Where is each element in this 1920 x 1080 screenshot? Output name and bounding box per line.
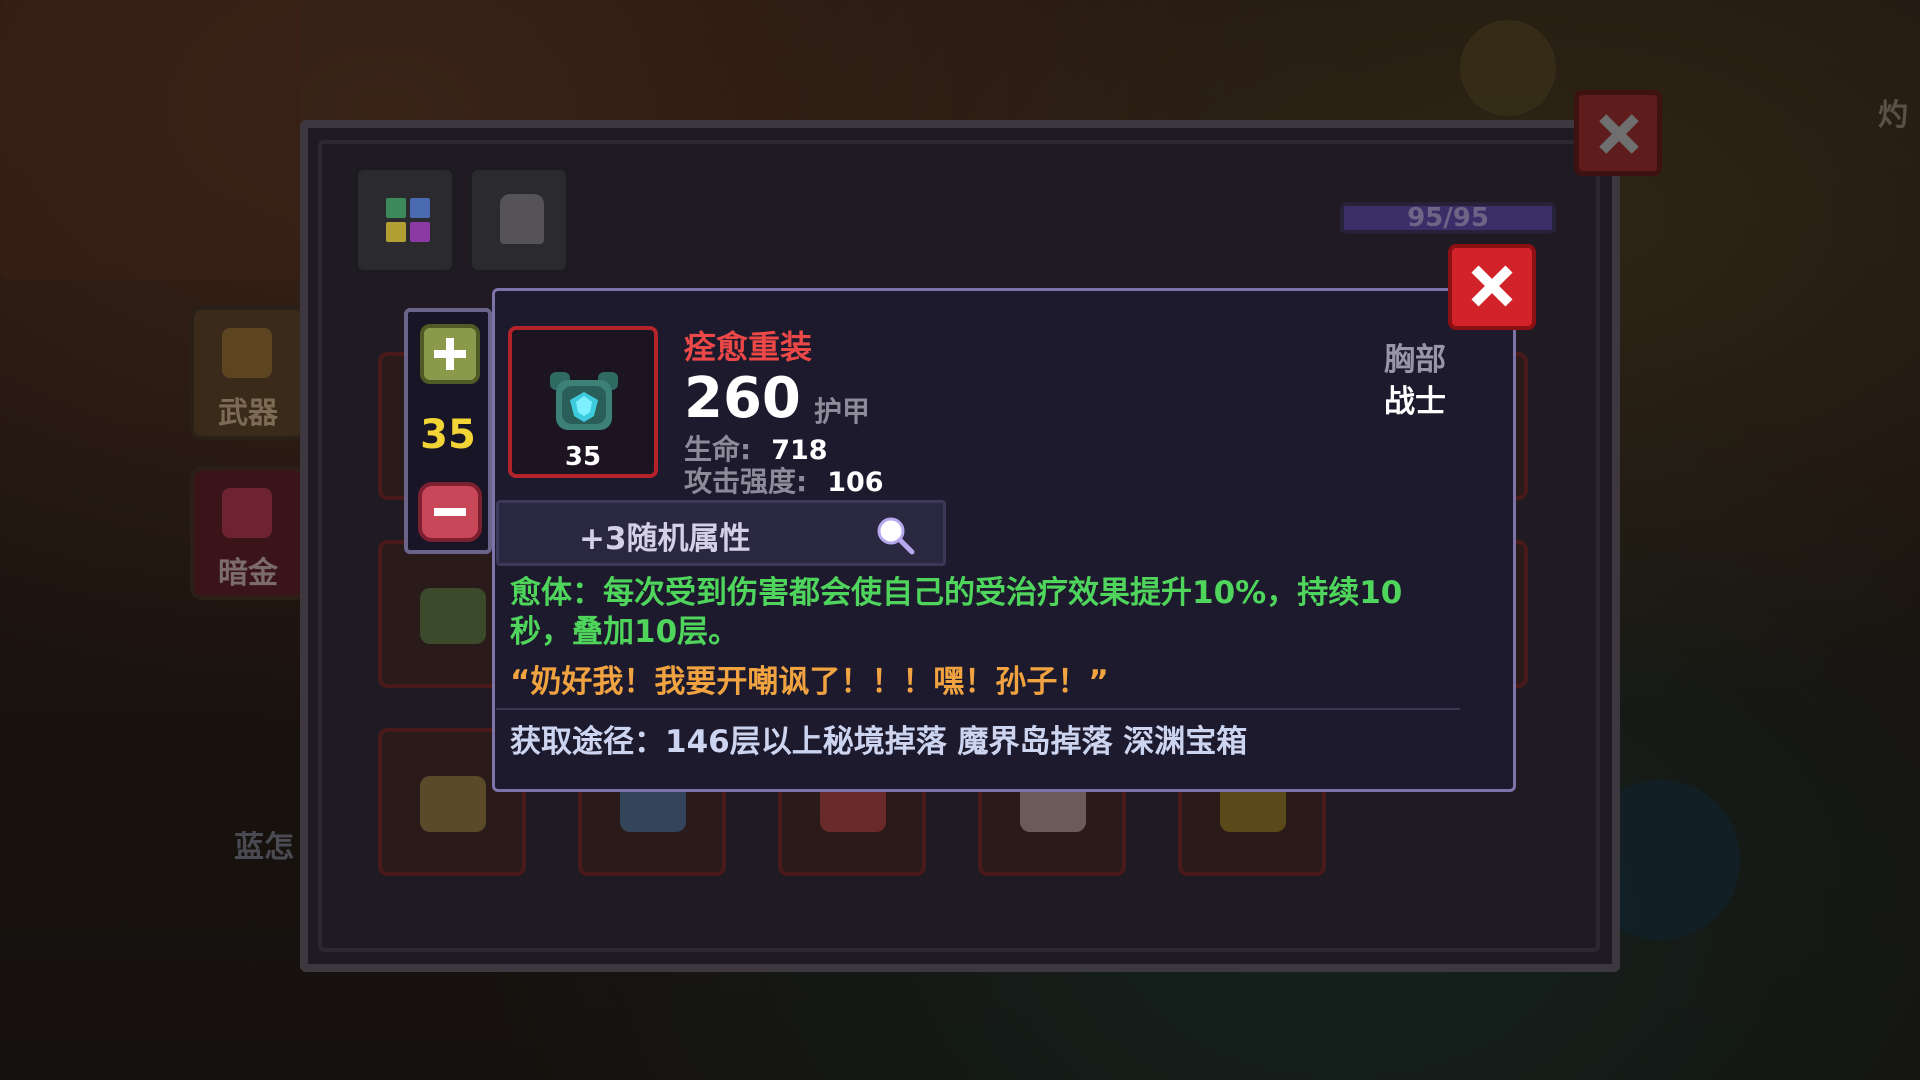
weapon-icon: [222, 328, 272, 378]
random-attributes-label: +3随机属性: [579, 521, 751, 557]
item-level: 35: [564, 442, 602, 472]
sidebar-tab-dark-gold-label: 暗金: [218, 556, 278, 591]
inventory-capacity: 95/95: [1340, 202, 1556, 234]
sidebar-partial-label: 蓝怎: [234, 830, 294, 865]
sidebar-tab-dark-gold[interactable]: 暗金: [190, 466, 306, 600]
item-source: 获取途径：146层以上秘境掉落 魔界岛掉落 深渊宝箱: [510, 724, 1248, 760]
armor-value: 260: [684, 366, 801, 431]
stepper-value: 35: [420, 412, 476, 458]
stat-value: 106: [827, 467, 884, 498]
chest-armor-icon: [550, 372, 618, 430]
sidebar-tab-weapon-label: 武器: [218, 396, 278, 431]
armor-label: 护甲: [814, 395, 871, 428]
item-name: 痊愈重装: [684, 328, 813, 366]
sidebar-tab-weapon[interactable]: 武器: [190, 306, 306, 440]
dark-gold-icon: [222, 488, 272, 538]
header-partial-text: 灼: [1878, 98, 1908, 133]
random-attributes-bar[interactable]: +3随机属性: [496, 500, 946, 566]
minus-button[interactable]: [418, 482, 482, 542]
passive-line-2: 秒，叠加10层。: [510, 614, 740, 650]
background-house-icon: [1460, 20, 1556, 116]
magnifier-icon[interactable]: [875, 515, 915, 555]
class-requirement: 战士: [1384, 384, 1446, 420]
equipment-slot-type: 胸部: [1384, 342, 1446, 378]
armor-item-icon: [420, 776, 486, 832]
item-icon-frame: 35: [508, 326, 658, 478]
passive-line-1: 愈体：每次受到伤害都会使自己的受治疗效果提升10%，持续10: [510, 575, 1403, 611]
tab-equipment[interactable]: [468, 166, 570, 274]
background-building: [0, 0, 300, 280]
level-stepper: 35: [404, 308, 492, 554]
plus-button[interactable]: [420, 324, 480, 384]
passive-description: 愈体：每次受到伤害都会使自己的受治疗效果提升10%，持续10 秒，叠加10层。: [510, 574, 1460, 652]
tooltip-close-button[interactable]: [1448, 244, 1536, 330]
armor-item-icon: [420, 588, 486, 644]
flavor-quote: “奶好我！我要开嘲讽了！！！嘿！孙子！”: [510, 664, 1109, 700]
tooltip-divider: [496, 708, 1460, 710]
stat-row-attack: 攻击强度: 106: [684, 460, 884, 500]
tab-all-items[interactable]: [354, 166, 456, 274]
stat-label: 攻击强度:: [684, 465, 808, 498]
grid-icon: [386, 198, 430, 242]
armor-tab-icon: [500, 194, 544, 244]
inventory-close-button[interactable]: [1574, 90, 1662, 176]
